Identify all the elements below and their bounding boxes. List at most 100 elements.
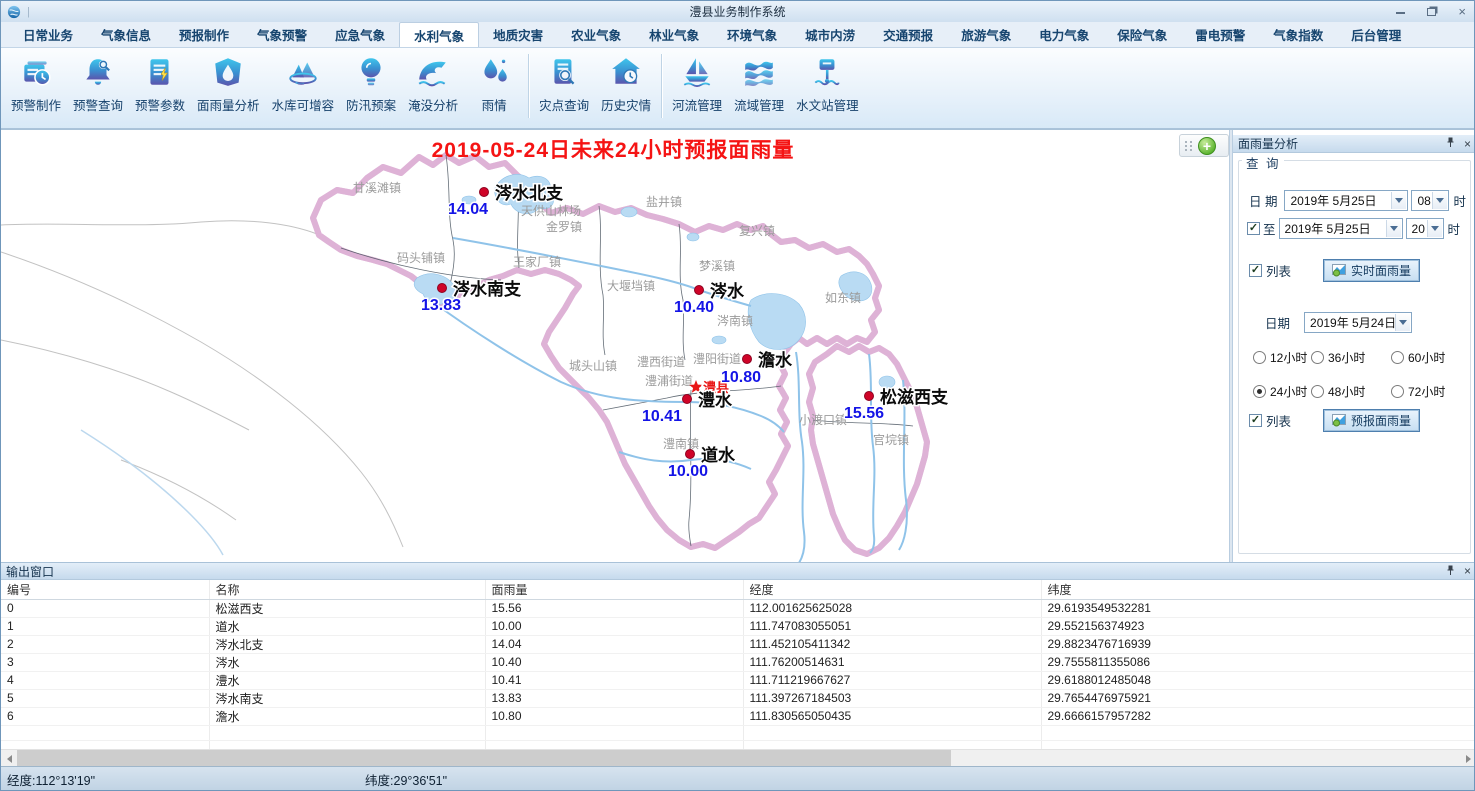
duration-radio-60小时[interactable]: 60小时	[1391, 349, 1465, 366]
menu-item-18[interactable]: 后台管理	[1337, 22, 1415, 47]
scrollbar-thumb[interactable]	[17, 750, 951, 767]
menu-item-12[interactable]: 交通预报	[869, 22, 947, 47]
menu-item-16[interactable]: 雷电预警	[1181, 22, 1259, 47]
realtime-rainfall-button[interactable]: 实时面雨量	[1323, 259, 1420, 282]
menu-item-1[interactable]: 日常业务	[9, 22, 87, 47]
table-cell: 29.552156374923	[1041, 617, 1475, 635]
tool-alert-search[interactable]: 预警查询	[67, 52, 129, 120]
column-header[interactable]: 经度	[743, 580, 1041, 599]
zoom-in-button[interactable]: +	[1198, 137, 1216, 155]
table-cell: 29.6193549532281	[1041, 599, 1475, 617]
menu-item-4[interactable]: 气象预警	[243, 22, 321, 47]
table-cell: 29.6666157957282	[1041, 707, 1475, 725]
duration-radio-72小时[interactable]: 72小时	[1391, 383, 1465, 400]
tool-hydro-station[interactable]: 水文站管理	[790, 52, 865, 120]
tool-inundation[interactable]: 淹没分析	[402, 52, 464, 120]
tool-rainfall-analysis[interactable]: 面雨量分析	[191, 52, 266, 120]
output-table[interactable]: 编号名称面雨量经度纬度 0松滋西支15.56112.00162562502829…	[1, 580, 1475, 756]
town-label: 大堰垱镇	[607, 279, 655, 293]
river-manage-icon	[680, 55, 714, 89]
tool-flood-plan[interactable]: 防汛预案	[340, 52, 402, 120]
tool-alert-params[interactable]: 预警参数	[129, 52, 191, 120]
close-button[interactable]: ×	[1458, 1, 1466, 22]
forecast-rainfall-button[interactable]: 预报面雨量	[1323, 409, 1420, 432]
menu-item-15[interactable]: 保险气象	[1103, 22, 1181, 47]
menu-item-17[interactable]: 气象指数	[1259, 22, 1337, 47]
minimize-button[interactable]	[1396, 1, 1405, 22]
chevron-down-icon[interactable]	[1432, 192, 1447, 209]
tool-river-manage[interactable]: 河流管理	[666, 52, 728, 120]
menu-item-10[interactable]: 环境气象	[713, 22, 791, 47]
panel-close-icon[interactable]: ×	[1464, 138, 1471, 150]
map-svg[interactable]: 甘溪滩镇盐井镇天供山林场金罗镇复兴镇码头铺镇王家厂镇大堰垱镇梦溪镇涔南镇如东镇城…	[1, 130, 1229, 563]
duration-radio-36小时[interactable]: 36小时	[1311, 349, 1391, 366]
chart-map-icon	[1332, 264, 1346, 277]
menu-item-13[interactable]: 旅游气象	[947, 22, 1025, 47]
table-cell: 112.001625625028	[743, 599, 1041, 617]
station-value-label: 10.00	[668, 463, 708, 480]
station-marker-icon	[686, 450, 695, 459]
realtime-list-checkbox[interactable]: ✓	[1249, 264, 1262, 277]
menu-item-3[interactable]: 预报制作	[165, 22, 243, 47]
tool-alert-edit[interactable]: 预警制作	[5, 52, 67, 120]
table-row[interactable]: 0松滋西支15.56112.00162562502829.61935495322…	[1, 599, 1475, 617]
end-date-select[interactable]: 2019年 5月25日	[1279, 218, 1403, 239]
menu-item-14[interactable]: 电力气象	[1025, 22, 1103, 47]
column-header[interactable]: 面雨量	[485, 580, 743, 599]
duration-radio-48小时[interactable]: 48小时	[1311, 383, 1391, 400]
restore-button[interactable]	[1427, 1, 1436, 22]
duration-radio-12小时[interactable]: 12小时	[1253, 349, 1311, 366]
forecast-list-checkbox[interactable]: ✓	[1249, 414, 1262, 427]
town-label: 梦溪镇	[699, 259, 735, 273]
tool-basin-manage[interactable]: 流域管理	[728, 52, 790, 120]
end-hour-select[interactable]: 20	[1406, 218, 1444, 239]
scroll-right-arrow-icon[interactable]	[1460, 750, 1475, 767]
drag-grip-icon[interactable]	[1185, 141, 1193, 151]
alert-search-icon	[81, 55, 115, 89]
chevron-down-icon[interactable]	[1427, 220, 1442, 237]
map-canvas[interactable]: 甘溪滩镇盐井镇天供山林场金罗镇复兴镇码头铺镇王家厂镇大堰垱镇梦溪镇涔南镇如东镇城…	[1, 130, 1229, 563]
tool-reservoir-capacity[interactable]: 水库可增容	[266, 52, 341, 120]
menu-item-5[interactable]: 应急气象	[321, 22, 399, 47]
start-hour-select[interactable]: 08	[1411, 190, 1449, 211]
menu-item-6[interactable]: 水利气象	[399, 22, 479, 47]
tool-disaster-search[interactable]: 灾点查询	[533, 52, 595, 120]
chevron-down-icon[interactable]	[1386, 220, 1401, 237]
column-header[interactable]: 编号	[1, 580, 209, 599]
menu-item-8[interactable]: 农业气象	[557, 22, 635, 47]
menu-item-7[interactable]: 地质灾害	[479, 22, 557, 47]
table-row[interactable]: 3涔水10.40111.7620051463129.7555811355086	[1, 653, 1475, 671]
chevron-down-icon[interactable]	[1391, 192, 1406, 209]
duration-radio-24小时[interactable]: 24小时	[1253, 383, 1311, 400]
toolbar-separator	[661, 54, 662, 118]
table-row[interactable]: 1道水10.00111.74708305505129.552156374923	[1, 617, 1475, 635]
chevron-down-icon[interactable]	[1395, 314, 1410, 331]
table-cell: 15.56	[485, 599, 743, 617]
end-date-checkbox[interactable]: ✓	[1247, 222, 1260, 235]
column-header[interactable]: 纬度	[1041, 580, 1475, 599]
menu-item-11[interactable]: 城市内涝	[791, 22, 869, 47]
station-value-label: 10.40	[674, 299, 714, 316]
table-row[interactable]: 5涔水南支13.83111.39726718450329.76544769759…	[1, 689, 1475, 707]
table-cell	[485, 725, 743, 740]
table-row[interactable]	[1, 725, 1475, 740]
column-header[interactable]: 名称	[209, 580, 485, 599]
start-date-select[interactable]: 2019年 5月25日	[1284, 190, 1408, 211]
table-cell: 10.80	[485, 707, 743, 725]
start-date-label: 日 期	[1249, 191, 1277, 210]
pin-icon[interactable]	[1446, 565, 1455, 578]
pin-icon[interactable]	[1446, 137, 1455, 150]
output-close-icon[interactable]: ×	[1464, 565, 1471, 577]
table-row[interactable]: 4澧水10.41111.71121966762729.6188012485048	[1, 671, 1475, 689]
tool-history-disaster[interactable]: 历史灾情	[595, 52, 657, 120]
horizontal-scrollbar[interactable]	[1, 749, 1475, 766]
menu-item-2[interactable]: 气象信息	[87, 22, 165, 47]
forecast-date-select[interactable]: 2019年 5月24日	[1304, 312, 1412, 333]
tool-rain-info[interactable]: 雨情	[464, 52, 524, 120]
scroll-left-arrow-icon[interactable]	[1, 750, 17, 767]
menu-item-9[interactable]: 林业气象	[635, 22, 713, 47]
table-row[interactable]: 6澹水10.80111.83056505043529.6666157957282	[1, 707, 1475, 725]
start-hour-suffix: 时	[1453, 191, 1466, 210]
table-cell: 澧水	[209, 671, 485, 689]
table-row[interactable]: 2涔水北支14.04111.45210541134229.88234767169…	[1, 635, 1475, 653]
